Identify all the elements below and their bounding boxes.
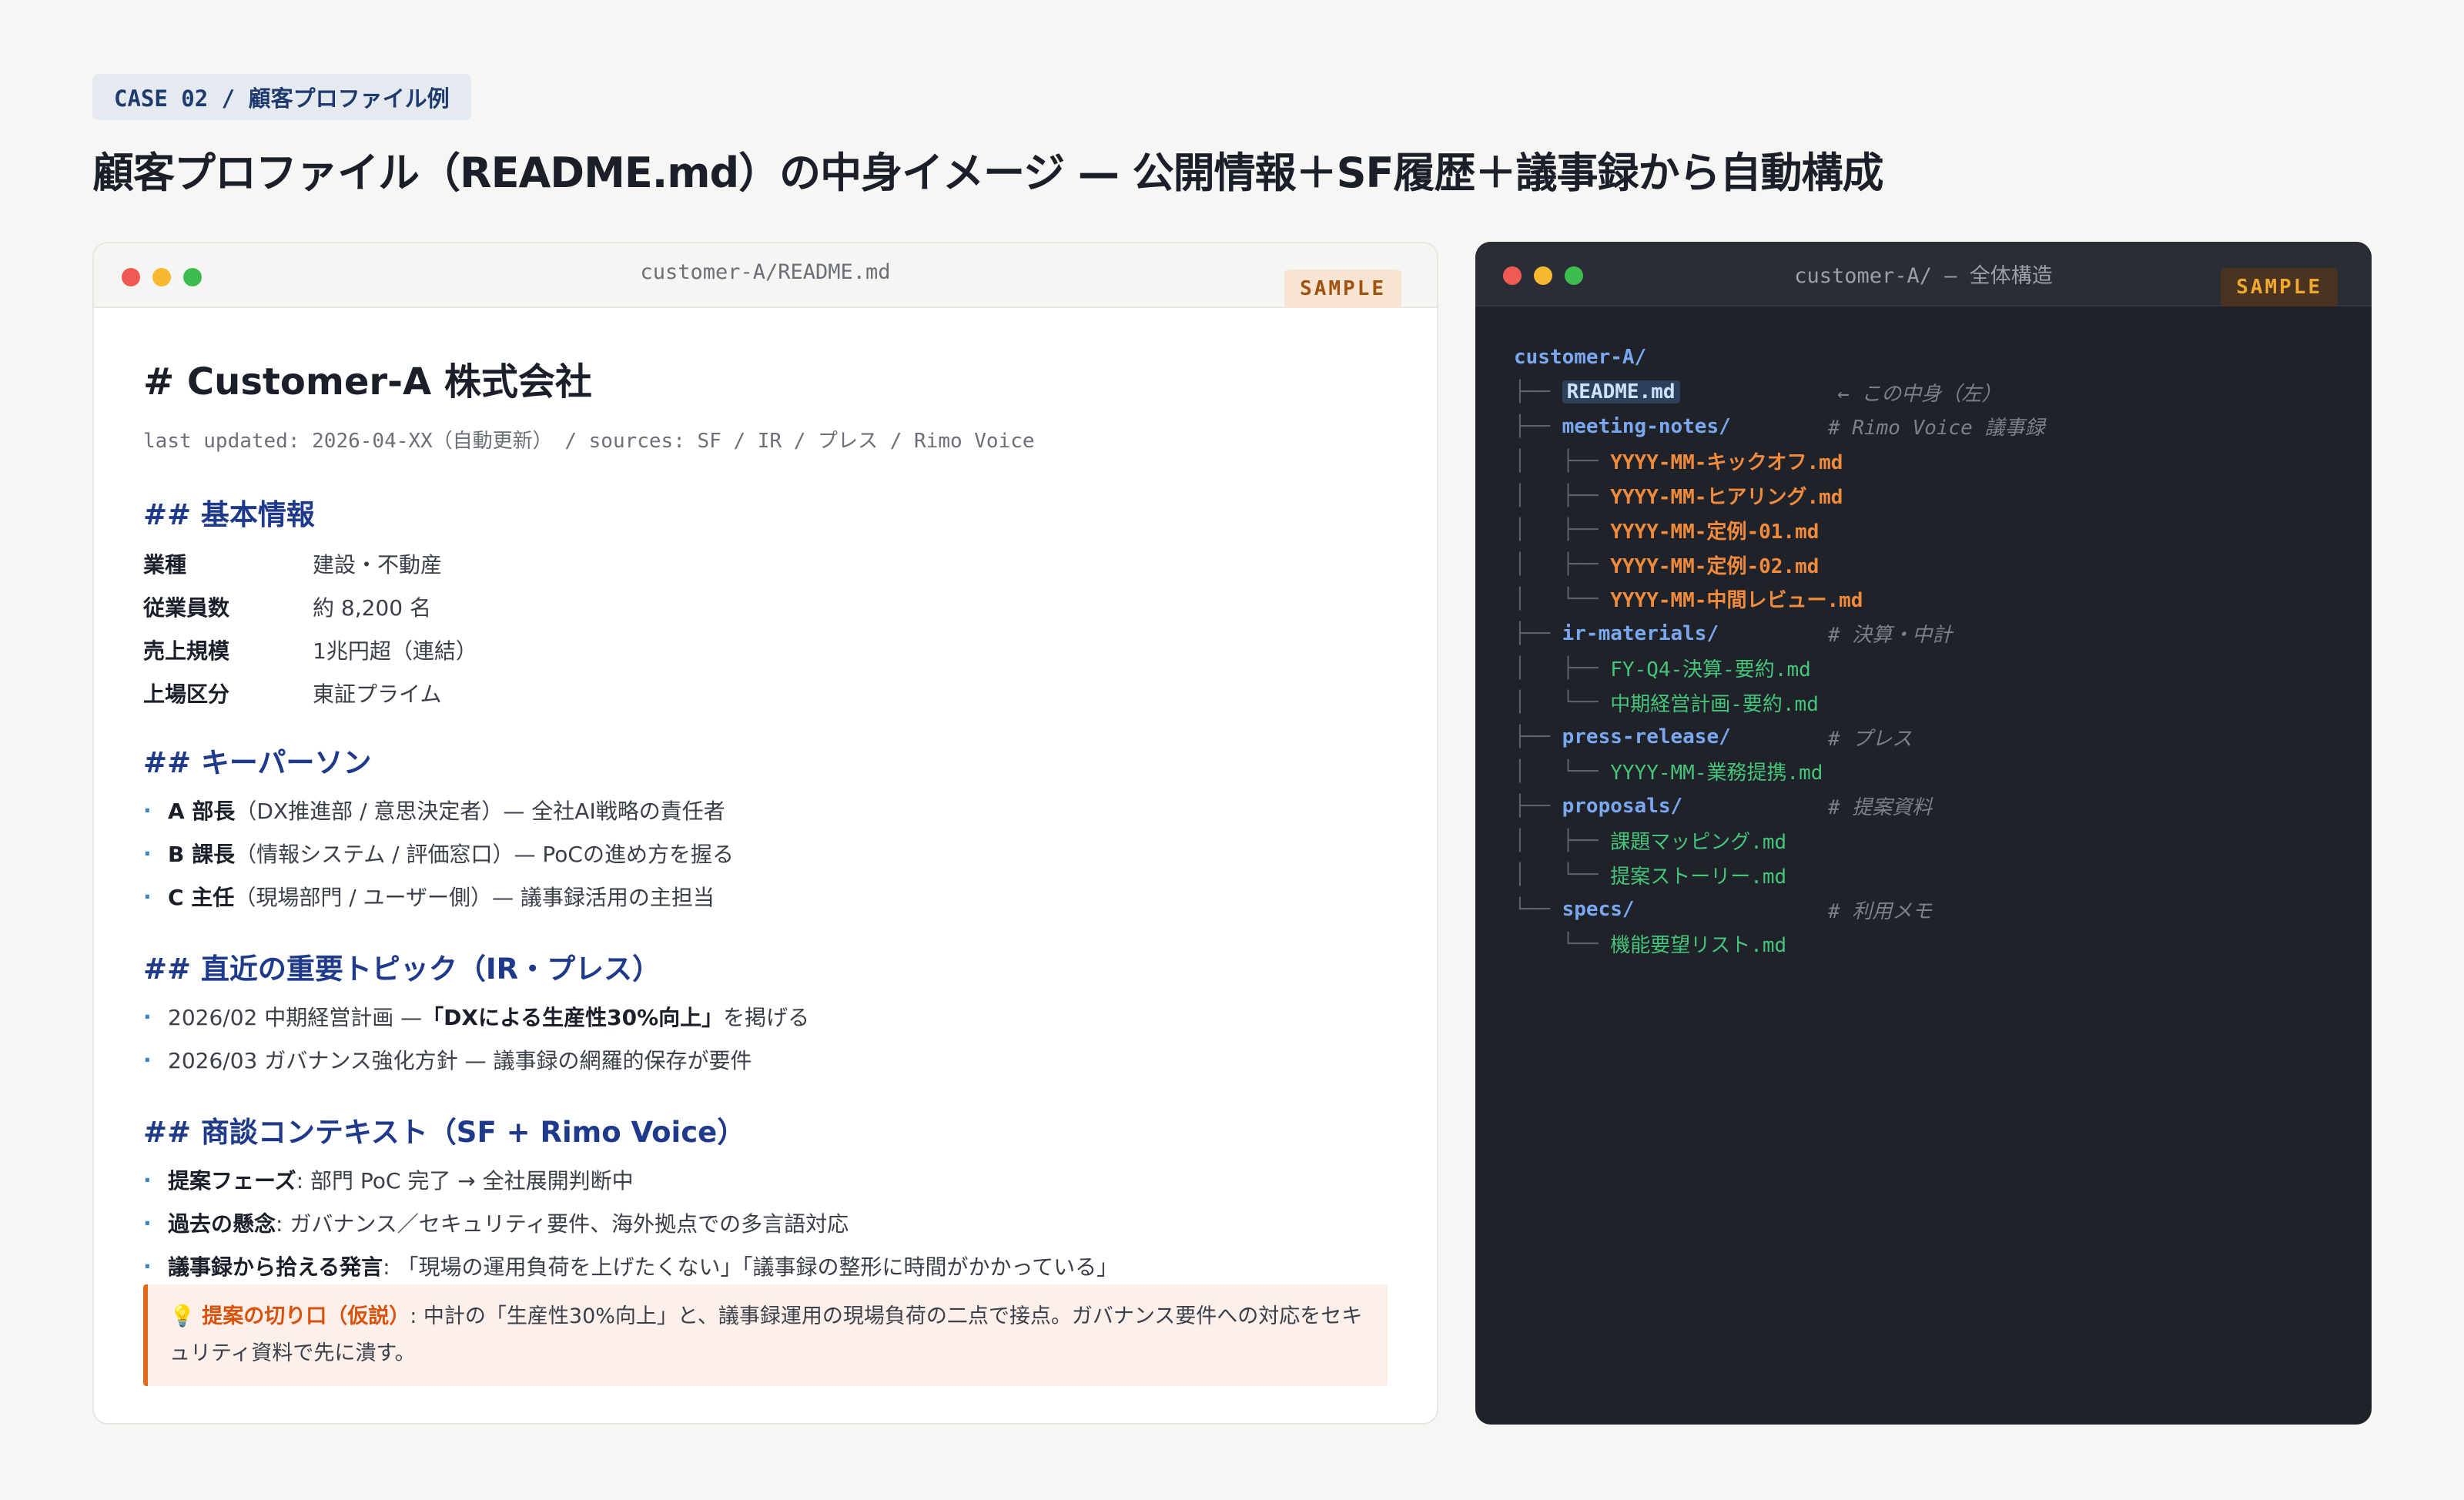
tree-file[interactable]: YYYY-MM-ヒアリング.md <box>1610 481 1843 510</box>
tree-comment: # 決算・中計 <box>1828 624 1953 648</box>
tree-row[interactable]: customer-A/ <box>1514 340 1863 375</box>
list-item: · 提案フェーズ: 部門 PoC 完了 → 全社展開判断中 <box>143 1167 634 1194</box>
tree-row[interactable]: ├── meeting-notes/ # Rimo Voice 議事録 <box>1514 410 2045 444</box>
list-item: · B 課長 （情報システム / 評価窓口）— PoCの進め方を握る <box>143 840 734 868</box>
tree-branch: │ ├── <box>1514 449 1611 473</box>
readme-content: # Customer-A 株式会社 last updated: 2026-04-… <box>143 351 1388 1386</box>
tree-branch: │ ├── <box>1514 518 1611 542</box>
tree-branch: └── <box>1514 932 1611 956</box>
tree-file[interactable]: YYYY-MM-キックオフ.md <box>1610 447 1843 475</box>
section-heading: ## 基本情報 <box>143 498 315 531</box>
section-topics: ## 直近の重要トピック（IR・プレス） · 2026/02 中期経営計画 — 「… <box>143 946 809 1081</box>
tree-titlebar: customer-A/ — 全体構造 SAMPLE <box>1475 242 2372 306</box>
tree-branch: ├── <box>1514 414 1562 438</box>
tree-file[interactable]: 中期経営計画-要約.md <box>1610 688 1819 717</box>
tree-branch: │ ├── <box>1514 656 1611 680</box>
tree-file[interactable]: YYYY-MM-定例-01.md <box>1610 516 1819 544</box>
tree-branch: │ └── <box>1514 691 1611 715</box>
page-title: 顧客プロファイル（README.md）の中身イメージ — 公開情報＋SF履歴＋議… <box>92 149 1883 197</box>
section-context: ## 商談コンテキスト（SF + Rimo Voice） · 提案フェーズ: 部門… <box>143 1109 1118 1287</box>
tree-folder[interactable]: press-release/ <box>1562 725 1731 748</box>
tree-window: customer-A/ — 全体構造 SAMPLE customer-A/ ├──… <box>1475 242 2372 1425</box>
list-item: · C 主任 （現場部門 / ユーザー側）— 議事録活用の主担当 <box>143 883 715 911</box>
tree-comment: # プレス <box>1828 727 1913 751</box>
doc-h1: # Customer-A 株式会社 <box>143 360 592 403</box>
tree-file[interactable]: 機能要望リスト.md <box>1610 929 1786 958</box>
list-item: · A 部長 （DX推進部 / 意思決定者）— 全社AI戦略の責任者 <box>143 797 725 825</box>
list-item: · 議事録から拾える発言: 「現場の運用負荷を上げたくない」「議事録の整形に時間が… <box>143 1253 1119 1281</box>
tree-branch: ├── <box>1514 725 1562 749</box>
tree-row[interactable]: │ └── YYYY-MM-業務提携.md <box>1514 755 1863 789</box>
tree-branch: ├── <box>1514 794 1562 818</box>
sample-badge: SAMPLE <box>2221 268 2338 306</box>
info-row: 業種 建設・不動産 <box>143 552 443 578</box>
tree-branch: │ ├── <box>1514 829 1611 852</box>
tree-branch: ├── <box>1514 621 1562 645</box>
file-tree: customer-A/ ├── README.md ← この中身（左） ├── mee… <box>1514 340 2045 962</box>
tree-branch: │ └── <box>1514 863 1611 887</box>
tree-row[interactable]: │ ├── YYYY-MM-ヒアリング.md <box>1514 478 1863 513</box>
tree-branch: ├── <box>1514 380 1562 404</box>
tree-row[interactable]: │ ├── YYYY-MM-定例-01.md <box>1514 513 1863 547</box>
tree-folder[interactable]: customer-A/ <box>1514 346 1646 369</box>
tree-row[interactable]: ├── press-release/ # プレス <box>1514 720 1912 755</box>
tree-row[interactable]: ├── proposals/ # 提案資料 <box>1514 789 1932 823</box>
tree-row[interactable]: └── 機能要望リスト.md <box>1514 927 1863 962</box>
lightbulb-icon: 💡 <box>169 1304 196 1328</box>
tree-folder[interactable]: specs/ <box>1562 898 1635 921</box>
tree-branch: └── <box>1514 898 1562 922</box>
info-row: 従業員数約 8,200 名 <box>143 595 431 621</box>
callout-title: 提案の切り口（仮説） <box>202 1304 410 1328</box>
list-item: · 2026/03 ガバナンス強化方針 — 議事録の網羅的保存が要件 <box>143 1046 752 1074</box>
tree-comment: # 提案資料 <box>1828 796 1933 820</box>
tree-branch: │ ├── <box>1514 484 1611 507</box>
tree-folder[interactable]: ir-materials/ <box>1562 622 1719 645</box>
readme-titlebar: customer-A/README.md SAMPLE <box>94 243 1437 308</box>
list-item: · 2026/02 中期経営計画 — 「DXによる生産性30%向上」 を掲げる <box>143 1003 810 1031</box>
section-basic-info: ## 基本情報 業種 建設・不動産 従業員数約 8,200 名 売上規模 1兆円超（… <box>143 491 477 715</box>
tree-row[interactable]: │ ├── YYYY-MM-定例-02.md <box>1514 547 1863 582</box>
tree-comment: ← この中身（左） <box>1837 382 2002 406</box>
tree-file[interactable]: README.md <box>1562 380 1680 404</box>
tree-row[interactable]: ├── ir-materials/ # 決算・中計 <box>1514 616 1952 651</box>
tree-comment: # Rimo Voice 議事録 <box>1828 417 2045 440</box>
tree-row[interactable]: │ ├── YYYY-MM-キックオフ.md <box>1514 444 1863 478</box>
tree-file[interactable]: 提案ストーリー.md <box>1610 861 1786 889</box>
readme-window: customer-A/README.md SAMPLE # Customer-A… <box>92 242 1438 1425</box>
tree-file[interactable]: FY-Q4-決算-要約.md <box>1610 654 1811 682</box>
tree-branch: │ └── <box>1514 759 1611 783</box>
tree-file[interactable]: YYYY-MM-業務提携.md <box>1610 757 1823 785</box>
tree-folder[interactable]: proposals/ <box>1562 795 1683 818</box>
tree-row[interactable]: ├── README.md ← この中身（左） <box>1514 375 2001 410</box>
case-tag: CASE 02 / 顧客プロファイル例 <box>92 74 471 120</box>
list-item: · 過去の懸念: ガバナンス／セキュリティ要件、海外拠点での多言語対応 <box>143 1210 849 1237</box>
tree-row[interactable]: └── specs/ # 利用メモ <box>1514 892 1932 927</box>
section-heading: ## キーパーソン <box>143 746 372 779</box>
tree-row[interactable]: │ └── YYYY-MM-中間レビュー.md <box>1514 582 1863 617</box>
tree-file[interactable]: YYYY-MM-定例-02.md <box>1610 551 1819 579</box>
tree-row[interactable]: │ └── 提案ストーリー.md <box>1514 858 1863 892</box>
tree-folder[interactable]: meeting-notes/ <box>1562 415 1731 438</box>
sample-badge: SAMPLE <box>1284 270 1401 308</box>
info-row: 売上規模 1兆円超（連結） <box>143 638 477 664</box>
tree-file[interactable]: YYYY-MM-中間レビュー.md <box>1610 584 1863 613</box>
tree-comment: # 利用メモ <box>1828 899 1933 923</box>
tree-row[interactable]: │ ├── FY-Q4-決算-要約.md <box>1514 651 1863 685</box>
info-row: 上場区分 東証プライム <box>143 681 442 707</box>
readme-window-title: customer-A/README.md <box>640 260 891 284</box>
section-heading: ## 直近の重要トピック（IR・プレス） <box>143 953 661 986</box>
tree-row[interactable]: │ ├── 課題マッピング.md <box>1514 823 1863 858</box>
tree-branch: │ ├── <box>1514 553 1611 577</box>
section-keypersons: ## キーパーソン · A 部長 （DX推進部 / 意思決定者）— 全社AI戦略の責… <box>143 739 734 918</box>
doc-meta: last updated: 2026-04-XX（自動更新） / sources… <box>143 430 1035 453</box>
tree-row[interactable]: │ └── 中期経営計画-要約.md <box>1514 685 1863 720</box>
tree-branch: │ └── <box>1514 587 1611 611</box>
proposal-callout: 💡 提案の切り口（仮説）: 中計の「生産性30%向上」と、議事録運用の現場負荷の… <box>143 1284 1388 1386</box>
tree-file[interactable]: 課題マッピング.md <box>1610 826 1786 855</box>
section-heading: ## 商談コンテキスト（SF + Rimo Voice） <box>143 1116 746 1149</box>
